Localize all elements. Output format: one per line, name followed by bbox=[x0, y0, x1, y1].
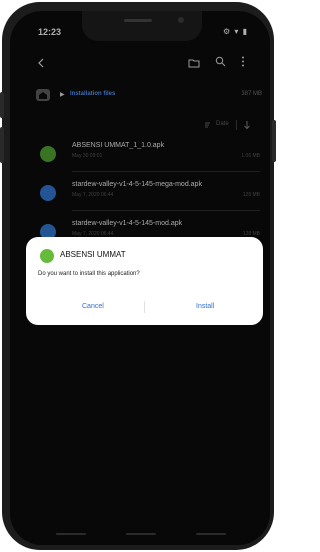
nav-recents-button[interactable] bbox=[56, 533, 86, 535]
phone-frame: 12:23 ⚙ ▾ ▮ ▶ Installation files 387 MB bbox=[0, 2, 276, 550]
dialog-title: ABSENSI UMMAT bbox=[60, 250, 126, 259]
dialog-message: Do you want to install this application? bbox=[38, 271, 140, 277]
install-button[interactable]: Install bbox=[196, 303, 214, 310]
power-button bbox=[0, 127, 4, 163]
app-icon bbox=[40, 249, 54, 263]
side-button bbox=[272, 120, 276, 162]
cancel-button[interactable]: Cancel bbox=[82, 303, 104, 310]
nav-back-button[interactable] bbox=[196, 533, 226, 535]
button-divider bbox=[144, 301, 145, 313]
volume-button bbox=[0, 92, 4, 118]
navigation-bar bbox=[46, 529, 236, 539]
nav-home-button[interactable] bbox=[126, 533, 156, 535]
install-dialog: ABSENSI UMMAT Do you want to install thi… bbox=[26, 237, 263, 325]
screen: 12:23 ⚙ ▾ ▮ ▶ Installation files 387 MB bbox=[10, 11, 270, 545]
